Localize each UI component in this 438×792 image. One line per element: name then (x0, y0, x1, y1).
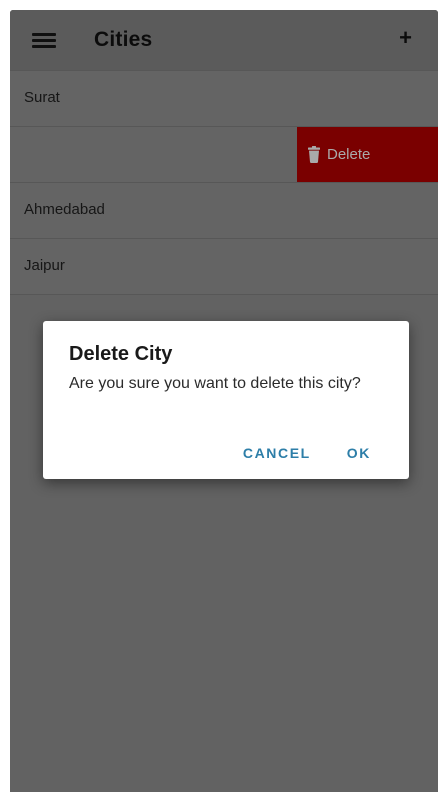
city-list: Surat Delete Ahmedabad Jaipur (10, 70, 438, 295)
list-item-swiped[interactable]: Delete (10, 127, 438, 183)
cancel-button[interactable]: CANCEL (243, 445, 311, 461)
trash-icon (308, 146, 320, 163)
list-item-label: Jaipur (24, 257, 65, 274)
dialog-actions: CANCEL OK (243, 445, 371, 461)
dialog-message: Are you sure you want to delete this cit… (69, 375, 361, 392)
list-item-ahmedabad[interactable]: Ahmedabad (10, 183, 438, 239)
swipe-delete-label: Delete (327, 146, 371, 163)
page-title: Cities (94, 28, 153, 51)
swipe-delete-button[interactable]: Delete (297, 127, 438, 182)
delete-city-dialog: Delete City Are you sure you want to del… (43, 321, 409, 479)
app-bar: Cities + (10, 10, 438, 70)
dialog-title: Delete City (69, 343, 173, 365)
hamburger-menu-icon[interactable] (32, 33, 56, 48)
list-item-label: Ahmedabad (24, 201, 105, 218)
app-screen: Cities + Surat Delete Ahmedabad Jaipur D… (10, 10, 438, 792)
add-city-button[interactable]: + (399, 25, 412, 51)
list-item-label: Surat (24, 89, 60, 106)
list-item-jaipur[interactable]: Jaipur (10, 239, 438, 295)
list-item-surat[interactable]: Surat (10, 70, 438, 127)
ok-button[interactable]: OK (347, 445, 371, 461)
